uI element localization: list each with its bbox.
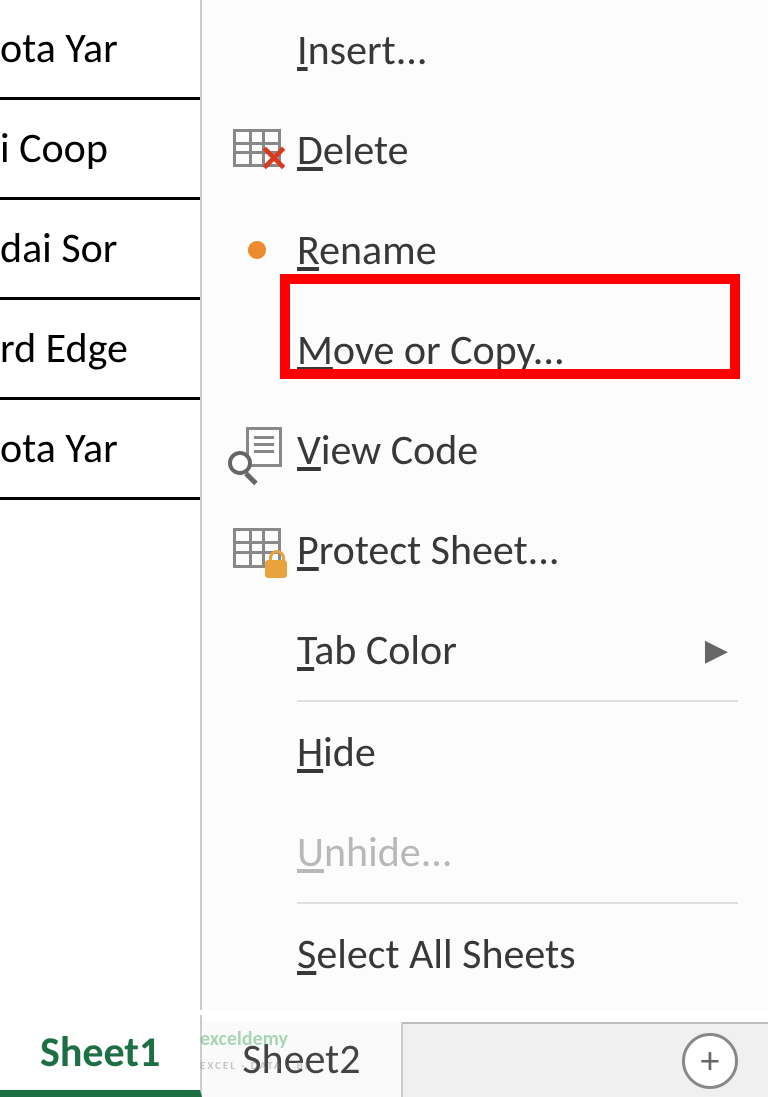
protect-sheet-icon <box>217 500 297 600</box>
menu-item-tab-color[interactable]: Tab Color ▶ <box>202 600 768 700</box>
cell-row[interactable]: ota Yar <box>0 400 200 500</box>
cell-row[interactable]: ota Yar <box>0 0 200 100</box>
delete-sheet-icon: ✕ <box>217 100 297 200</box>
cell-row[interactable]: rd Edge <box>0 300 200 400</box>
move-copy-icon <box>217 300 297 400</box>
plus-icon: + <box>701 1038 720 1084</box>
menu-item-hide[interactable]: Hide <box>202 702 768 802</box>
insert-icon <box>217 0 297 100</box>
menu-item-protect-sheet[interactable]: Protect Sheet... <box>202 500 768 600</box>
submenu-arrow-icon: ▶ <box>705 632 728 669</box>
cell-text: ota Yar <box>0 423 118 474</box>
menu-item-insert[interactable]: Insert... <box>202 0 768 100</box>
unhide-icon <box>217 802 297 902</box>
cell-row[interactable]: i Coop <box>0 100 200 200</box>
menu-item-unhide: Unhide... <box>202 802 768 902</box>
cell-text: rd Edge <box>0 323 128 374</box>
spreadsheet-cells: ota Yar i Coop dai Sor rd Edge ota Yar <box>0 0 200 500</box>
sheet-tab-sheet1[interactable]: Sheet1 <box>0 1015 202 1097</box>
tab-color-icon <box>217 600 297 700</box>
add-sheet-button[interactable]: + <box>682 1033 738 1089</box>
menu-item-delete[interactable]: ✕ Delete <box>202 100 768 200</box>
cell-text: dai Sor <box>0 223 117 274</box>
menu-item-select-all-sheets[interactable]: Select All Sheets <box>202 904 768 1004</box>
sheet-context-menu: Insert... ✕ Delete Rename Move or Copy..… <box>200 0 768 1010</box>
view-code-icon <box>217 400 297 500</box>
cell-row[interactable]: dai Sor <box>0 200 200 300</box>
cell-text: ota Yar <box>0 23 118 74</box>
cell-text: i Coop <box>0 123 108 174</box>
menu-item-view-code[interactable]: View Code <box>202 400 768 500</box>
select-all-icon <box>217 904 297 1004</box>
menu-item-rename[interactable]: Rename <box>202 200 768 300</box>
sheet-tab-bar: Sheet1 Sheet2 + <box>0 1022 768 1097</box>
hide-icon <box>217 702 297 802</box>
sheet-tab-label: Sheet1 <box>40 1027 160 1078</box>
rename-dot-icon <box>217 200 297 300</box>
watermark: exceldemy EXCEL · DATA · BI <box>200 1027 310 1075</box>
menu-item-move-or-copy[interactable]: Move or Copy... <box>202 300 768 400</box>
